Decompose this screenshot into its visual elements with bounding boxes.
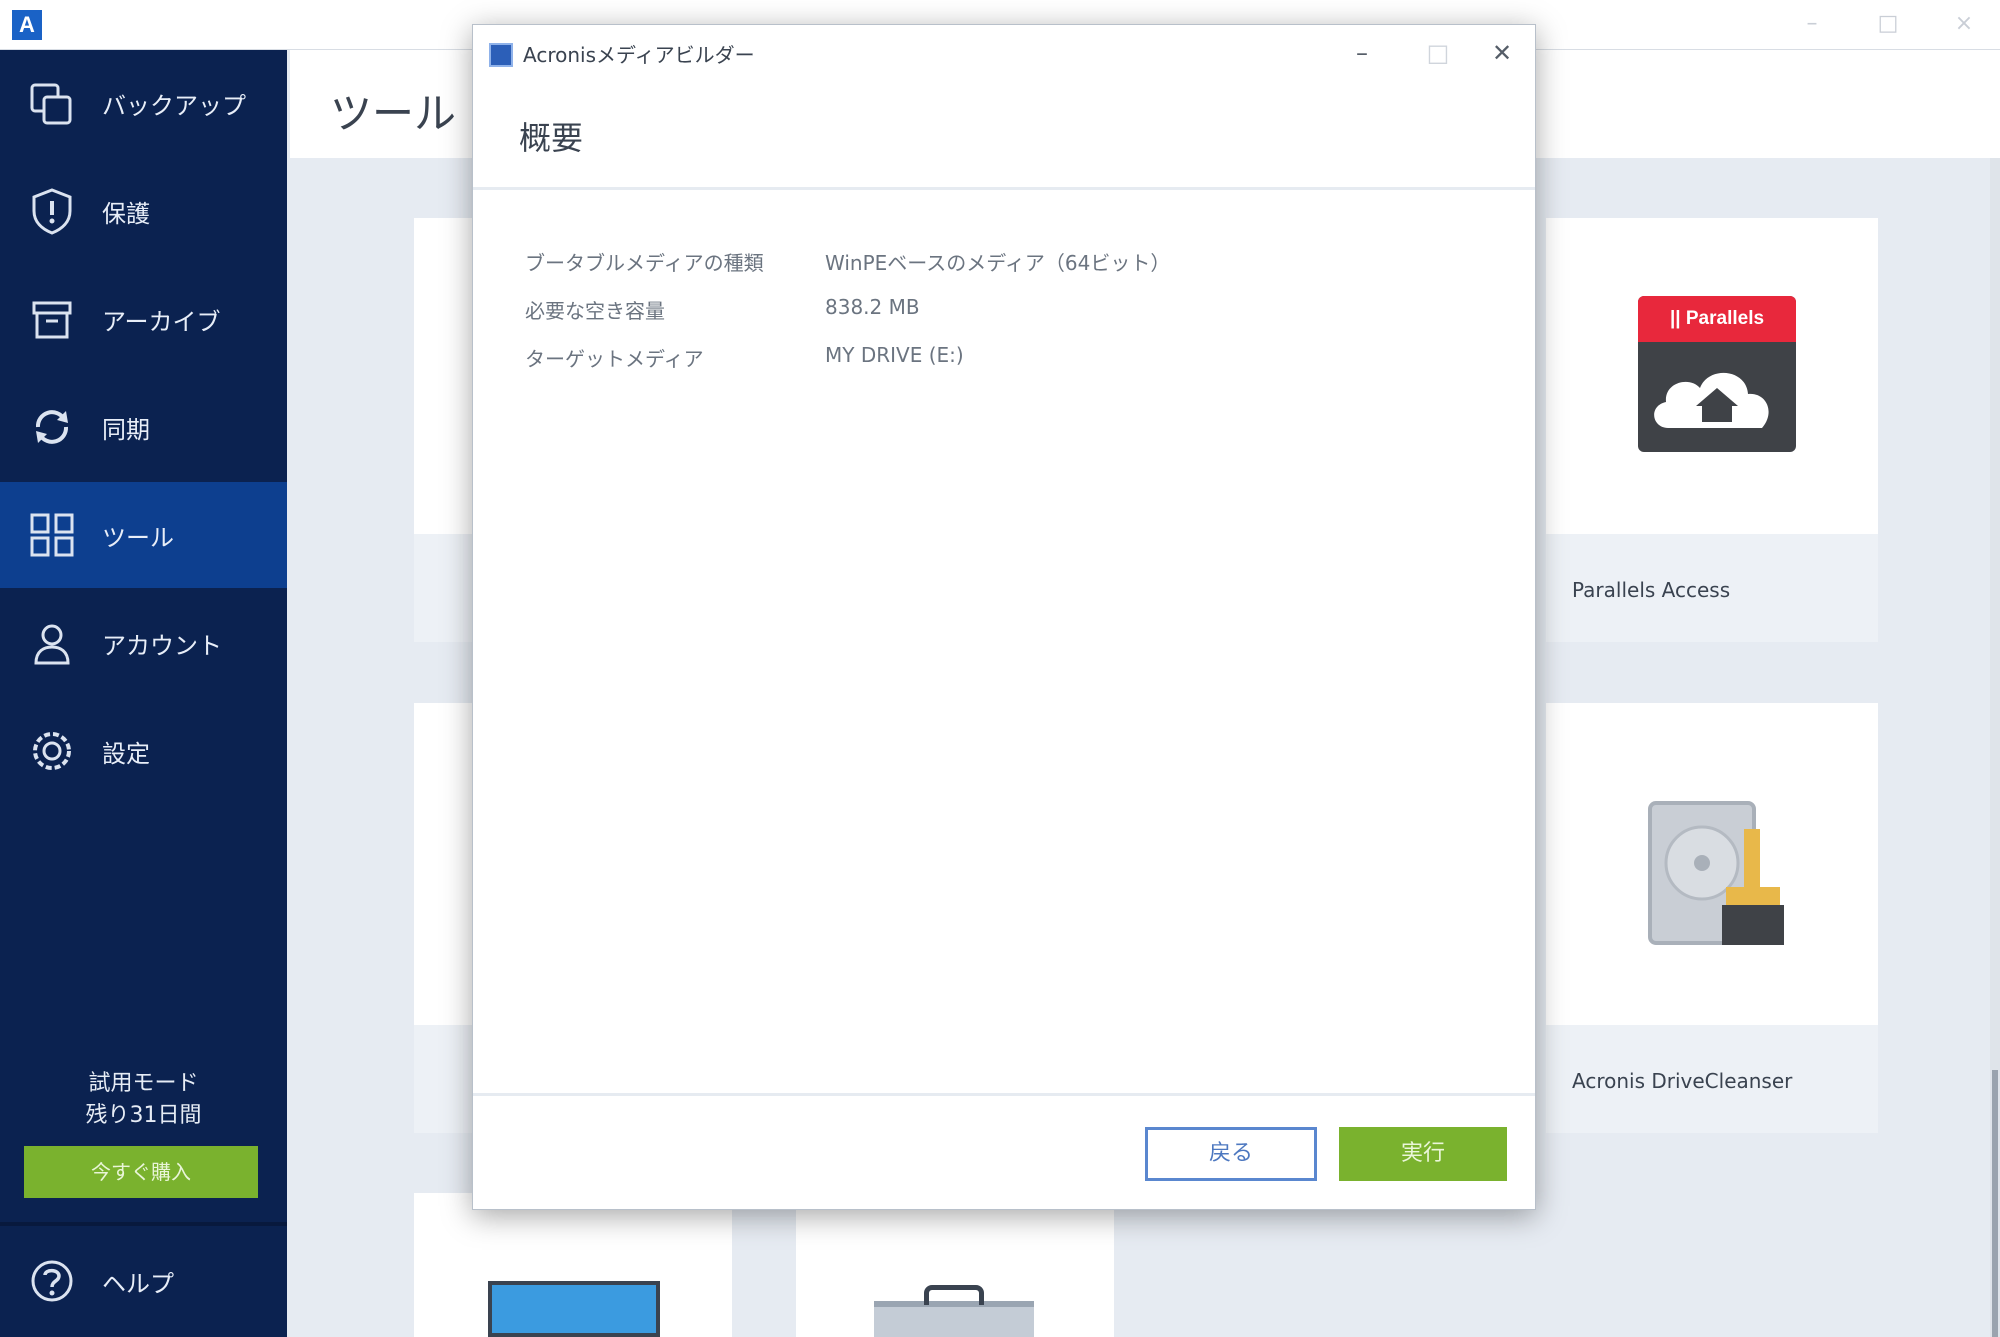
drive-cleanser-icon [1646,799,1796,949]
trial-remaining-label: 残り31日間 [85,1103,202,1128]
tools-icon [24,507,80,563]
user-icon [24,615,80,671]
dialog-close-button[interactable]: ✕ [1479,35,1525,71]
summary-value: WinPEベースのメディア（64ビット） [825,251,1171,275]
dialog-footer-divider [473,1093,1535,1096]
window-close-button[interactable]: × [1942,6,1986,42]
sidebar-item-tools[interactable]: ツール [0,482,287,588]
parallels-access-icon: || Parallels [1638,296,1796,452]
card-footer: Parallels Access [1546,534,1878,642]
media-builder-icon [489,43,513,67]
sidebar-item-protection[interactable]: 保護 [0,158,287,264]
dialog-divider [473,187,1535,190]
dialog-titlebar[interactable]: Acronisメディアビルダー – □ ✕ [473,25,1535,81]
tool-card[interactable] [796,1193,1114,1337]
sidebar-item-label: 設定 [102,739,150,768]
trial-mode-label: 試用モード [88,1071,199,1096]
page-title: ツール [330,89,457,138]
card-footer: Acronis DriveCleanser [1546,1025,1878,1133]
dialog-maximize-button: □ [1426,39,1450,67]
toolbox-handle [924,1285,984,1305]
sidebar-item-label: 同期 [102,415,150,444]
dialog-minimize-button[interactable]: – [1339,35,1385,71]
media-builder-dialog: Acronisメディアビルダー – □ ✕ 概要 ブータブルメディアの種類 Wi… [472,24,1536,1210]
sidebar-divider [0,1222,287,1226]
sidebar-item-help[interactable]: ヘルプ [0,1228,287,1334]
buy-now-button[interactable]: 今すぐ購入 [24,1146,258,1198]
tool-card-drive-cleanser[interactable]: Acronis DriveCleanser [1546,703,1878,1133]
execute-button[interactable]: 実行 [1339,1127,1507,1181]
archive-icon [24,291,80,347]
sidebar-item-label: アカウント [102,631,222,660]
copy-icon [24,75,80,131]
shield-icon [24,183,80,239]
summary-label: 必要な空き容量 [525,299,665,323]
sidebar-item-sync[interactable]: 同期 [0,374,287,480]
help-icon [24,1253,80,1309]
summary-value: 838.2 MB [825,295,920,319]
toolbox-icon [874,1301,1034,1337]
tool-card-parallels-access[interactable]: || Parallels Parallels Access [1546,218,1878,642]
tool-card[interactable] [414,1193,732,1337]
sidebar-item-account[interactable]: アカウント [0,590,287,696]
tool-card-label: Acronis DriveCleanser [1572,1069,1793,1093]
sidebar-item-archive[interactable]: アーカイブ [0,266,287,372]
tool-card-label: Parallels Access [1572,578,1731,602]
parallels-brand-text: || Parallels [1638,296,1796,342]
back-button[interactable]: 戻る [1145,1127,1317,1181]
sidebar-item-label: バックアップ [102,91,246,120]
scrollbar-thumb[interactable] [1992,1070,1998,1337]
acronis-logo-icon: A [12,10,42,40]
summary-value: MY DRIVE (E:) [825,343,964,367]
sidebar-item-label: 保護 [102,199,150,228]
summary-label: ターゲットメディア [525,347,704,371]
sidebar: バックアップ 保護 アーカイブ 同期 ツール アカウント 設定 試用モード 残り… [0,50,287,1337]
dialog-heading: 概要 [519,119,584,157]
gear-icon [24,723,80,779]
sync-icon [24,399,80,455]
monitor-icon [488,1281,660,1337]
sidebar-item-label: アーカイブ [102,307,221,336]
sidebar-item-backup[interactable]: バックアップ [0,50,287,156]
dialog-title: Acronisメディアビルダー [523,43,755,67]
window-minimize-button[interactable]: – [1790,6,1834,42]
sidebar-item-label: ヘルプ [102,1269,174,1298]
window-maximize-button[interactable]: □ [1866,6,1910,42]
sidebar-item-settings[interactable]: 設定 [0,698,287,804]
sidebar-item-label: ツール [102,523,174,552]
summary-label: ブータブルメディアの種類 [525,251,764,275]
